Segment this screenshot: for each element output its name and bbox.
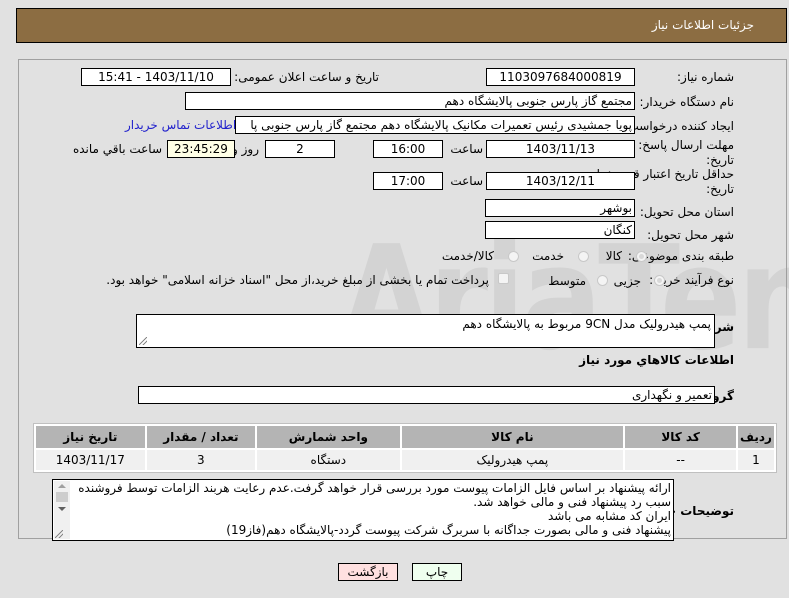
- requester-field[interactable]: پویا جمشیدی رئیس تعمیرات مکانیک پالایشگا…: [235, 116, 635, 134]
- response-time-label: ساعت: [450, 142, 483, 156]
- buyer-notes-line: سبب رد پیشنهاد فنی و مالی خواهد شد.: [473, 495, 671, 509]
- col-header-unit: واحد شمارش: [257, 426, 400, 448]
- remaining-time-label: ساعت باقي مانده: [72, 142, 162, 156]
- process-radio-minor[interactable]: [654, 275, 665, 286]
- table-row: 1 -- پمپ هیدرولیک دستگاه 3 1403/11/17: [36, 450, 774, 470]
- announce-datetime-field[interactable]: 1403/11/10 - 15:41: [81, 68, 231, 86]
- treasury-checkbox-label: پرداخت تمام یا بخشی از مبلغ خرید،از محل …: [106, 273, 489, 287]
- category-radio-goods-service[interactable]: [508, 251, 519, 262]
- response-deadline-time[interactable]: 16:00: [373, 140, 443, 158]
- cell-row-number: 1: [737, 450, 774, 470]
- process-option-minor: جزیی: [613, 274, 641, 288]
- page-title: جزئیات اطلاعات نیاز: [651, 18, 754, 32]
- col-header-row: ردیف: [737, 426, 774, 448]
- remaining-days-field[interactable]: 2: [265, 140, 335, 158]
- col-header-name: نام کالا: [401, 426, 624, 448]
- print-button[interactable]: چاپ: [412, 563, 462, 581]
- response-deadline-date[interactable]: 1403/11/13: [486, 140, 635, 158]
- process-option-medium: متوسط: [548, 274, 586, 288]
- col-header-need-date: تاریخ نیاز: [36, 426, 145, 448]
- items-table: ردیف کد کالا نام کالا واحد شمارش تعداد /…: [33, 423, 777, 473]
- category-option-goods-service: کالا/خدمت: [441, 249, 494, 263]
- cell-quantity: 3: [146, 450, 256, 470]
- scroll-thumb[interactable]: [56, 492, 68, 502]
- requester-label: ایجاد کننده درخواست:: [623, 119, 734, 133]
- category-radio-service[interactable]: [578, 251, 589, 262]
- buyer-notes-textarea[interactable]: ارائه پیشنهاد بر اساس فایل الزامات پیوست…: [52, 479, 674, 541]
- page-header: جزئیات اطلاعات نیاز: [16, 8, 787, 43]
- buyer-org-field[interactable]: مجتمع گاز پارس جنوبی پالایشگاه دهم: [185, 92, 635, 110]
- category-option-goods: کالا: [605, 249, 622, 263]
- col-header-code: کد کالا: [625, 426, 736, 448]
- price-validity-date[interactable]: 1403/12/11: [486, 172, 635, 190]
- scroll-down-icon[interactable]: [58, 507, 66, 511]
- need-number-label: شماره نیاز:: [677, 70, 734, 84]
- general-description-text: پمپ هیدرولیک مدل 9CN مربوط به پالایشگاه …: [462, 317, 711, 331]
- delivery-city-label: شهر محل تحویل:: [647, 228, 734, 242]
- process-radio-medium[interactable]: [597, 275, 608, 286]
- buyer-notes-line: ارائه پیشنهاد بر اساس فایل الزامات پیوست…: [78, 481, 671, 495]
- items-table-header: ردیف کد کالا نام کالا واحد شمارش تعداد /…: [36, 426, 774, 448]
- buyer-notes-line: پیشنهاد فنی و مالی بصورت جداگانه با سربر…: [226, 523, 671, 537]
- goods-section-title: اطلاعات کالاهاي مورد نياز: [579, 353, 734, 367]
- cell-code: --: [625, 450, 736, 470]
- category-option-service: خدمت: [532, 249, 564, 263]
- delivery-city-field[interactable]: کنگان: [485, 221, 635, 239]
- announce-datetime-label: تاریخ و ساعت اعلان عمومی:: [234, 70, 379, 84]
- buyer-notes-line: ایران کد مشابه می باشد: [547, 509, 671, 523]
- scroll-up-icon[interactable]: [58, 484, 66, 488]
- need-number-field[interactable]: 1103097684000819: [486, 68, 635, 86]
- cell-need-date: 1403/11/17: [36, 450, 145, 470]
- days-label: روز و: [232, 142, 259, 156]
- category-radio-goods[interactable]: [636, 251, 647, 262]
- remaining-time-field[interactable]: 23:45:29: [167, 140, 235, 158]
- general-description-textarea[interactable]: پمپ هیدرولیک مدل 9CN مربوط به پالایشگاه …: [136, 314, 715, 348]
- goods-group-field[interactable]: تعمیر و نگهداری: [138, 386, 715, 404]
- price-validity-time-label: ساعت: [450, 174, 483, 188]
- treasury-checkbox[interactable]: [498, 273, 509, 284]
- buyer-contact-link[interactable]: اطلاعات تماس خریدار: [125, 118, 236, 132]
- delivery-province-field[interactable]: بوشهر: [485, 199, 635, 217]
- price-validity-time[interactable]: 17:00: [373, 172, 443, 190]
- buyer-notes-content: ارائه پیشنهاد بر اساس فایل الزامات پیوست…: [71, 481, 671, 537]
- resize-grip-icon[interactable]: [139, 337, 147, 345]
- resize-grip-icon[interactable]: [55, 530, 63, 538]
- cell-unit: دستگاه: [257, 450, 400, 470]
- col-header-quantity: تعداد / مقدار: [146, 426, 256, 448]
- cell-name: پمپ هیدرولیک: [401, 450, 624, 470]
- delivery-province-label: استان محل تحویل:: [639, 205, 734, 219]
- back-button[interactable]: بازگشت: [338, 563, 398, 581]
- buyer-org-label: نام دستگاه خریدار:: [639, 95, 735, 109]
